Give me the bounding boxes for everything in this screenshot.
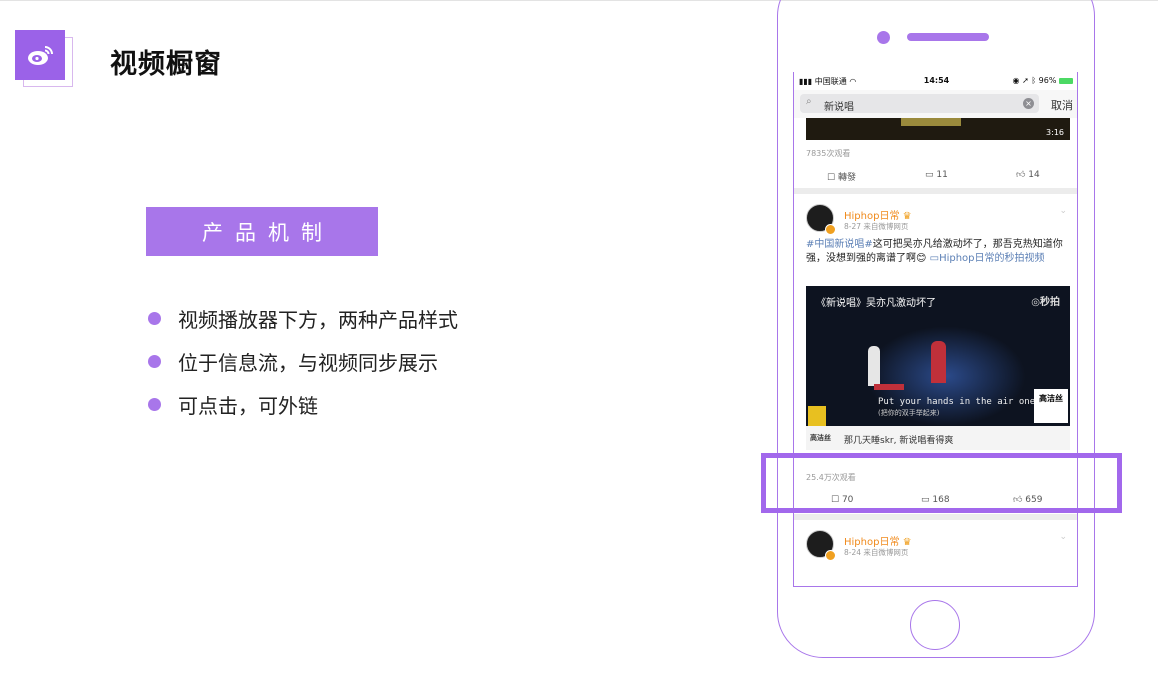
bullet-dot-icon — [148, 398, 161, 411]
location-icon: ➚ — [1022, 76, 1029, 85]
list-item: 位于信息流，与视频同步展示 — [148, 340, 458, 383]
search-query: 新说唱 — [824, 102, 854, 113]
topic-link[interactable]: #中国新说唱# — [806, 239, 873, 250]
section-badge: 产品机制 — [146, 207, 378, 256]
chevron-down-icon[interactable]: ⌄ — [1059, 206, 1067, 216]
list-item: 视频播放器下方，两种产品样式 — [148, 297, 458, 340]
cancel-button[interactable]: 取消 — [1051, 97, 1073, 113]
post-meta: 8-27 来自微博网页 — [844, 222, 909, 231]
highlight-box — [761, 453, 1122, 513]
weibo-icon — [15, 30, 65, 80]
bullet-dot-icon — [148, 355, 161, 368]
feed-card: 3:16 7835次观看 ☐ 轉發 ▭ 11 👍︎ 14 — [794, 118, 1077, 190]
repost-icon: ☐ — [827, 173, 838, 183]
verified-badge-icon — [825, 224, 836, 235]
speaker-bar — [907, 33, 989, 41]
list-item-text: 位于信息流，与视频同步展示 — [178, 351, 438, 375]
list-item-text: 视频播放器下方，两种产品样式 — [178, 308, 458, 332]
bullet-dot-icon — [148, 312, 161, 325]
video-link[interactable]: ▭Hiphop日常的秒拍视频 — [930, 253, 1045, 264]
video-subtitle-cn: (把你的双手举起来) — [878, 409, 940, 417]
search-input[interactable]: ⌕ 新说唱 × — [800, 94, 1039, 113]
battery-percent: 96% — [1038, 76, 1057, 85]
showcase-text: 那几天睡skr, 新说唱看得爽 — [844, 436, 954, 446]
video-duration: 3:16 — [1046, 128, 1064, 137]
video-thumbnail[interactable]: 3:16 — [806, 118, 1070, 140]
feed-card: Hiphop日常 ♛ 8-24 来自微博网页 ⌄ — [794, 520, 1077, 586]
video-player[interactable]: 《新说唱》吴亦凡激动坏了 ◎秒拍 Put your hands in the a… — [806, 286, 1070, 426]
status-bar: ▮▮▮ 中国联通 ◠ 14:54 ◉ ➚ ᛒ 96% — [794, 72, 1077, 90]
post-meta: 8-24 来自微博网页 — [844, 548, 909, 557]
post-text: #中国新说唱#这可把吴亦凡给激动坏了，那吾克热知道你强，没想到强的离谱了啊😊 ▭… — [806, 239, 1063, 264]
verified-badge-icon — [825, 550, 836, 561]
camera-dot — [877, 31, 890, 44]
feature-list: 视频播放器下方，两种产品样式 位于信息流，与视频同步展示 可点击，可外链 — [148, 297, 458, 426]
view-count: 7835次观看 — [806, 149, 851, 158]
emoji-icon: 😊 — [916, 253, 927, 264]
showcase-logo: 高洁丝 — [810, 434, 831, 442]
brand-logo: 高洁丝 — [1034, 389, 1068, 423]
miaopai-icon: ◎ — [1031, 297, 1040, 308]
search-bar: ⌕ 新说唱 × 取消 — [794, 90, 1077, 118]
username[interactable]: Hiphop日常 ♛ — [844, 207, 912, 222]
chevron-down-icon[interactable]: ⌄ — [1059, 532, 1067, 542]
clear-icon[interactable]: × — [1023, 98, 1034, 109]
miaopai-watermark: ◎秒拍 — [1031, 297, 1060, 308]
video-link-icon: ▭ — [929, 253, 940, 264]
video-title: 《新说唱》吴亦凡激动坏了 — [816, 298, 936, 309]
home-button[interactable] — [910, 600, 960, 650]
video-showcase-bar[interactable]: 高洁丝 那几天睡skr, 新说唱看得爽 — [806, 426, 1070, 450]
battery-icon — [1059, 77, 1073, 84]
alarm-icon: ◉ — [1012, 76, 1020, 85]
comment-button[interactable]: ▭ 11 — [925, 170, 948, 180]
like-button[interactable]: 👍︎ 14 — [1016, 170, 1040, 180]
action-bar: ☐ 轉發 ▭ 11 👍︎ 14 — [794, 170, 1077, 190]
repost-button[interactable]: ☐ 轉發 — [827, 170, 856, 183]
comment-icon: ▭ — [925, 170, 937, 180]
search-icon: ⌕ — [806, 96, 812, 107]
thumbs-up-icon: 👍︎ — [1016, 170, 1029, 180]
username[interactable]: Hiphop日常 ♛ — [844, 533, 912, 548]
page-title: 视频橱窗 — [110, 49, 222, 80]
bluetooth-icon: ᛒ — [1031, 76, 1037, 85]
list-item-text: 可点击，可外链 — [178, 394, 318, 418]
list-item: 可点击，可外链 — [148, 383, 458, 426]
